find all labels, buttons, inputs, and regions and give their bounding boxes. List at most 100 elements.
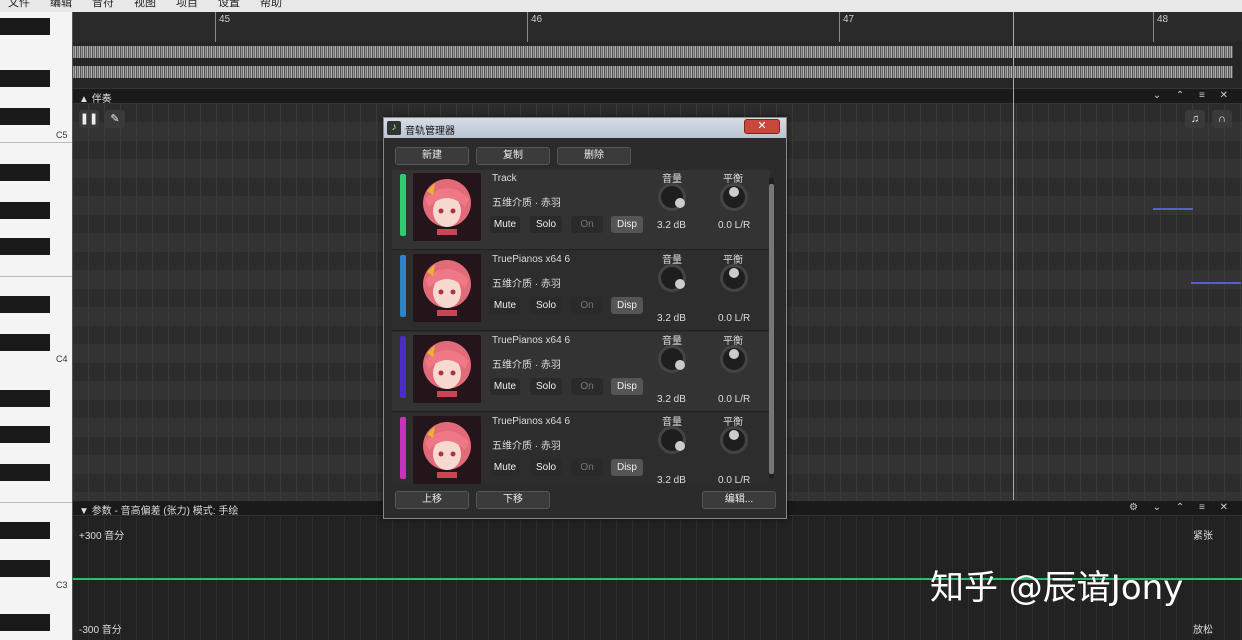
volume-knob[interactable]: [658, 264, 686, 292]
pause-button[interactable]: ❚❚: [79, 110, 99, 128]
bar-marker: 47: [839, 12, 854, 42]
mute-button[interactable]: Mute: [490, 378, 520, 395]
disp-button[interactable]: Disp: [611, 459, 643, 476]
pan-knob[interactable]: [720, 426, 748, 454]
solo-button[interactable]: Solo: [530, 297, 562, 314]
watermark: 知乎 @辰谙Jony: [930, 568, 1184, 608]
dialog-title: 音轨管理器: [405, 126, 455, 137]
move-down-button[interactable]: 下移: [476, 491, 550, 509]
track-color-bar: [400, 174, 406, 236]
note[interactable]: [1191, 282, 1241, 284]
track-row[interactable]: Track 五维介质 · 赤羽 Mute Solo On Disp 音量 3.2…: [392, 170, 770, 250]
edit-button[interactable]: 编辑...: [702, 491, 776, 509]
singer-avatar: [413, 254, 481, 322]
volume-knob[interactable]: [658, 426, 686, 454]
solo-button[interactable]: Solo: [530, 459, 562, 476]
params-title-text: 参数 - 音高偏差 (张力) 模式: 手绘: [91, 506, 239, 517]
panel-controls[interactable]: ⚙ ⌄ ⌃ ≡ ✕: [1129, 502, 1234, 513]
black-key[interactable]: [0, 614, 50, 631]
track-row[interactable]: TruePianos x64 6 五维介质 · 赤羽 Mute Solo On …: [392, 413, 770, 484]
menu-view[interactable]: 视图: [134, 0, 156, 10]
key-divider: [0, 276, 72, 277]
black-key[interactable]: [0, 296, 50, 313]
track-list-scrollbar[interactable]: [769, 178, 774, 478]
pan-value: 0.0 L/R: [718, 475, 751, 484]
note-icon[interactable]: ♫: [1185, 110, 1205, 128]
disp-button[interactable]: Disp: [611, 378, 643, 395]
mute-button[interactable]: Mute: [490, 459, 520, 476]
pan-value: 0.0 L/R: [718, 220, 751, 231]
black-key[interactable]: [0, 238, 50, 255]
piano-keyboard[interactable]: C5 C4 C3: [0, 12, 73, 640]
mute-button[interactable]: Mute: [490, 216, 520, 233]
bar-number: 45: [219, 14, 231, 25]
accompaniment-waveform[interactable]: [73, 42, 1242, 88]
close-button[interactable]: ✕: [744, 119, 780, 134]
menu-file[interactable]: 文件: [8, 0, 30, 10]
black-key[interactable]: [0, 522, 50, 539]
volume-value: 3.2 dB: [657, 475, 686, 484]
panel-controls[interactable]: ⌄ ⌃ ≡ ✕: [1153, 90, 1234, 101]
delete-track-button[interactable]: 删除: [557, 147, 631, 165]
copy-track-button[interactable]: 复制: [476, 147, 550, 165]
black-key[interactable]: [0, 164, 50, 181]
disp-button[interactable]: Disp: [611, 216, 643, 233]
pan-knob[interactable]: [720, 183, 748, 211]
menu-help[interactable]: 帮助: [260, 0, 282, 10]
octave-label-c4: C4: [56, 354, 68, 364]
dialog-titlebar[interactable]: ♪ 音轨管理器 ✕: [384, 118, 786, 138]
track-voice: 五维介质 · 赤羽: [492, 279, 561, 290]
note[interactable]: [1153, 208, 1193, 210]
accompaniment-title: ▲ 伴奏: [79, 94, 112, 105]
track-name: TruePianos x64 6: [492, 335, 571, 346]
disp-button[interactable]: Disp: [611, 297, 643, 314]
mute-button[interactable]: Mute: [490, 297, 520, 314]
track-row[interactable]: TruePianos x64 6 五维介质 · 赤羽 Mute Solo On …: [392, 332, 770, 412]
pencil-tool-button[interactable]: ✎: [105, 110, 125, 128]
menu-edit[interactable]: 编辑: [50, 0, 72, 10]
new-track-button[interactable]: 新建: [395, 147, 469, 165]
accompaniment-panel-bar: ▲ 伴奏 ⌄ ⌃ ≡ ✕: [73, 88, 1242, 105]
menu-settings[interactable]: 设置: [218, 0, 240, 10]
black-key[interactable]: [0, 108, 50, 125]
solo-button[interactable]: Solo: [530, 216, 562, 233]
track-row[interactable]: TruePianos x64 6 五维介质 · 赤羽 Mute Solo On …: [392, 251, 770, 331]
pan-value: 0.0 L/R: [718, 394, 751, 405]
pan-knob[interactable]: [720, 264, 748, 292]
volume-knob[interactable]: [658, 345, 686, 373]
params-min-label: -300 音分: [79, 625, 122, 636]
black-key[interactable]: [0, 560, 50, 577]
black-key[interactable]: [0, 334, 50, 351]
solo-button[interactable]: Solo: [530, 378, 562, 395]
track-manager-dialog: ♪ 音轨管理器 ✕ 新建 复制 删除 Track 五维介质 · 赤羽 Mute …: [383, 117, 787, 519]
menu-project[interactable]: 项目: [176, 0, 198, 10]
singer-avatar: [413, 173, 481, 241]
black-key[interactable]: [0, 70, 50, 87]
black-key[interactable]: [0, 426, 50, 443]
volume-knob[interactable]: [658, 183, 686, 211]
on-button[interactable]: On: [571, 216, 603, 233]
headphones-icon[interactable]: ∩: [1212, 110, 1232, 128]
bar-number: 46: [531, 14, 543, 25]
timeline-ruler[interactable]: 45 46 47 48: [73, 12, 1242, 42]
move-up-button[interactable]: 上移: [395, 491, 469, 509]
key-divider: [0, 502, 72, 503]
track-name: TruePianos x64 6: [492, 416, 571, 427]
on-button[interactable]: On: [571, 378, 603, 395]
black-key[interactable]: [0, 18, 50, 35]
bar-marker: 48: [1153, 12, 1168, 42]
on-button[interactable]: On: [571, 459, 603, 476]
app-icon: ♪: [387, 121, 401, 135]
playhead[interactable]: [1013, 12, 1014, 500]
black-key[interactable]: [0, 464, 50, 481]
track-color-bar: [400, 336, 406, 398]
params-tense-label: 紧张: [1193, 531, 1213, 542]
black-key[interactable]: [0, 202, 50, 219]
scrollbar-thumb[interactable]: [769, 184, 774, 474]
track-name: Track: [492, 173, 517, 184]
menu-notes[interactable]: 音符: [92, 0, 114, 10]
track-name: TruePianos x64 6: [492, 254, 571, 265]
pan-knob[interactable]: [720, 345, 748, 373]
black-key[interactable]: [0, 390, 50, 407]
on-button[interactable]: On: [571, 297, 603, 314]
